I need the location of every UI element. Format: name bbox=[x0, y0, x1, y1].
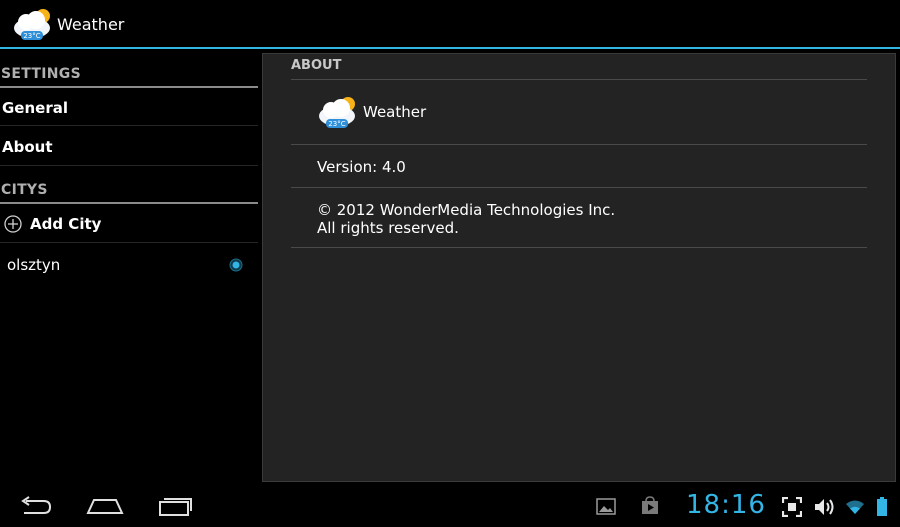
divider bbox=[291, 187, 867, 188]
volume-icon[interactable] bbox=[813, 497, 837, 517]
divider bbox=[0, 165, 258, 166]
add-city-label: Add City bbox=[30, 215, 102, 233]
copyright-line: © 2012 WonderMedia Technologies Inc. bbox=[317, 201, 616, 219]
sidebar-item-label: General bbox=[2, 99, 68, 117]
about-header-rule bbox=[291, 79, 867, 80]
gallery-notification-icon[interactable] bbox=[596, 498, 616, 515]
sidebar-item-general[interactable]: General bbox=[0, 99, 258, 126]
settings-sidebar: SETTINGS General About CITYS Add City ol… bbox=[0, 49, 258, 485]
weather-app-icon: 23°C bbox=[319, 97, 355, 128]
screenshot-icon[interactable] bbox=[782, 497, 802, 517]
wifi-icon[interactable] bbox=[845, 498, 865, 516]
app-title: Weather bbox=[57, 15, 125, 34]
settings-header-label: SETTINGS bbox=[1, 66, 81, 82]
play-store-notification-icon[interactable] bbox=[640, 496, 660, 516]
citys-header-label: CITYS bbox=[1, 182, 48, 198]
version-text: Version: 4.0 bbox=[317, 158, 406, 176]
divider bbox=[291, 247, 867, 248]
settings-header-rule bbox=[0, 86, 258, 88]
status-clock[interactable]: 18:16 bbox=[686, 490, 766, 520]
app-icon-temp: 23°C bbox=[23, 32, 40, 40]
add-city-button[interactable]: Add City bbox=[0, 215, 258, 243]
about-icon-temp: 23°C bbox=[328, 120, 345, 128]
about-pane: ABOUT 23°C Weather Version: 4.0 © 2012 W… bbox=[262, 53, 896, 482]
about-app-name: Weather bbox=[363, 103, 427, 121]
battery-icon[interactable] bbox=[876, 497, 888, 517]
back-icon[interactable] bbox=[18, 494, 54, 518]
copyright-line: All rights reserved. bbox=[317, 219, 459, 237]
weather-app-icon[interactable]: 23°C bbox=[12, 6, 54, 42]
sidebar-item-label: About bbox=[2, 138, 53, 156]
recent-apps-icon[interactable] bbox=[156, 494, 194, 518]
sidebar-item-about[interactable]: About bbox=[0, 138, 258, 165]
system-nav-bar: 18:16 bbox=[0, 485, 900, 527]
city-name: olsztyn bbox=[7, 256, 61, 274]
divider bbox=[0, 242, 258, 243]
about-section-header: ABOUT bbox=[291, 58, 342, 73]
citys-header-rule bbox=[0, 202, 258, 204]
copyright-text: © 2012 WonderMedia Technologies Inc. All… bbox=[317, 201, 615, 237]
add-circle-icon bbox=[4, 215, 22, 233]
divider bbox=[0, 125, 258, 126]
radio-selected-icon[interactable] bbox=[229, 258, 243, 272]
divider bbox=[291, 144, 867, 145]
home-icon[interactable] bbox=[86, 494, 124, 518]
city-list-item[interactable]: olsztyn bbox=[0, 253, 258, 277]
action-bar: 23°C Weather bbox=[0, 0, 900, 49]
